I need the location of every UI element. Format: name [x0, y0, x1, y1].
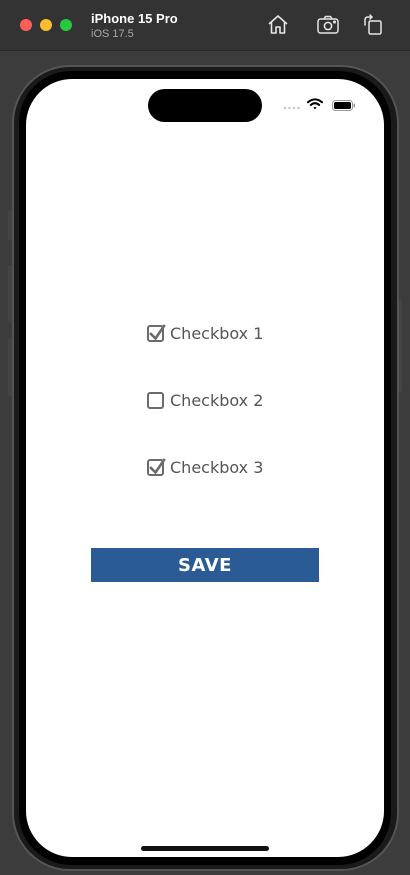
wifi-icon: [307, 98, 323, 110]
os-version: iOS 17.5: [91, 28, 134, 40]
device-name: iPhone 15 Pro: [91, 11, 178, 26]
checkbox-3[interactable]: [147, 457, 166, 476]
phone-screen: Checkbox 1 Checkbox 2 Checkbox 3 SAVE: [26, 79, 384, 857]
checkbox-label[interactable]: Checkbox 1: [170, 324, 263, 343]
home-indicator[interactable]: [141, 846, 269, 851]
title-bar: iPhone 15 Pro iOS 17.5: [0, 0, 410, 51]
checkmark-icon: [149, 323, 166, 341]
screenshot-icon[interactable]: [316, 13, 340, 37]
battery-icon: [332, 100, 356, 111]
signal-icon: [283, 106, 300, 110]
save-button[interactable]: SAVE: [91, 548, 319, 582]
checkbox-label[interactable]: Checkbox 3: [170, 458, 263, 477]
checkmark-icon: [149, 457, 166, 475]
zoom-window-button[interactable]: [60, 19, 72, 31]
minimize-window-button[interactable]: [40, 19, 52, 31]
dynamic-island: [148, 89, 262, 122]
checkbox-label[interactable]: Checkbox 2: [170, 391, 263, 410]
checkbox-row-3[interactable]: Checkbox 3: [147, 455, 263, 479]
simulator-window: iPhone 15 Pro iOS 17.5 Checkbox 1 Checkb…: [0, 0, 410, 875]
close-window-button[interactable]: [20, 19, 32, 31]
checkbox-row-2[interactable]: Checkbox 2: [147, 388, 263, 412]
rotate-icon[interactable]: [361, 13, 385, 37]
home-icon[interactable]: [266, 13, 290, 37]
checkbox-2[interactable]: [147, 391, 164, 409]
checkbox-row-1[interactable]: Checkbox 1: [147, 321, 263, 345]
checkbox-1[interactable]: [147, 323, 166, 342]
